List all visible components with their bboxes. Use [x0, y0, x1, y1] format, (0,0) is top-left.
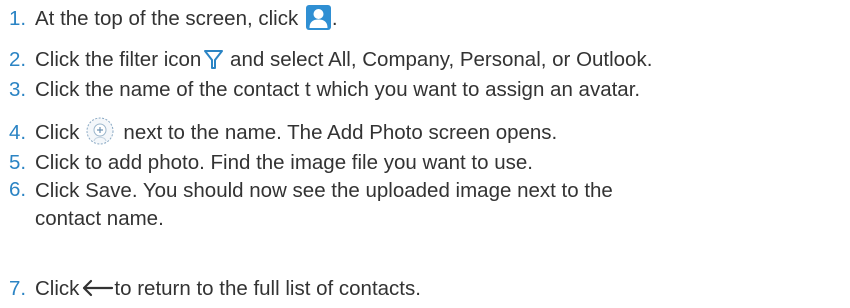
add-photo-icon: [85, 116, 115, 146]
filter-icon: [203, 48, 224, 70]
step-text-before: At the top of the screen, click: [35, 7, 299, 30]
step-text: Click the filter icon and select All, Co…: [35, 47, 652, 73]
step-text: Click to add photo. Find the image file …: [35, 151, 533, 174]
step-text-after: .: [331, 7, 338, 30]
step-number: 5.: [9, 151, 27, 174]
step-text-before: Click the filter icon: [35, 48, 202, 71]
step-text: Click next to the name. The Add Photo scr…: [35, 117, 558, 146]
step-number: 1.: [9, 7, 27, 30]
step-text: Click to return to the full list of conta…: [35, 276, 421, 302]
step-text-after: to return to the full list of contacts.: [114, 277, 421, 300]
step-text: At the top of the screen, click .: [35, 5, 338, 32]
step-number: 2.: [9, 48, 27, 71]
step-text-before: Click: [35, 121, 80, 144]
step-text-before: Click: [35, 277, 80, 300]
step-text: Click Save. You should now see the uploa…: [35, 179, 613, 230]
step-number: 4.: [9, 121, 27, 144]
back-arrow-icon: [80, 278, 114, 298]
step-number: 6.: [9, 178, 27, 201]
step-text-after: and select All, Company, Personal, or Ou…: [230, 48, 653, 71]
person-icon: [305, 5, 331, 31]
step-number: 3.: [9, 78, 27, 101]
step-number: 7.: [9, 277, 27, 300]
step-text-after: next to the name. The Add Photo screen o…: [123, 121, 558, 144]
step-text: Click the name of the contact t which yo…: [35, 78, 641, 101]
